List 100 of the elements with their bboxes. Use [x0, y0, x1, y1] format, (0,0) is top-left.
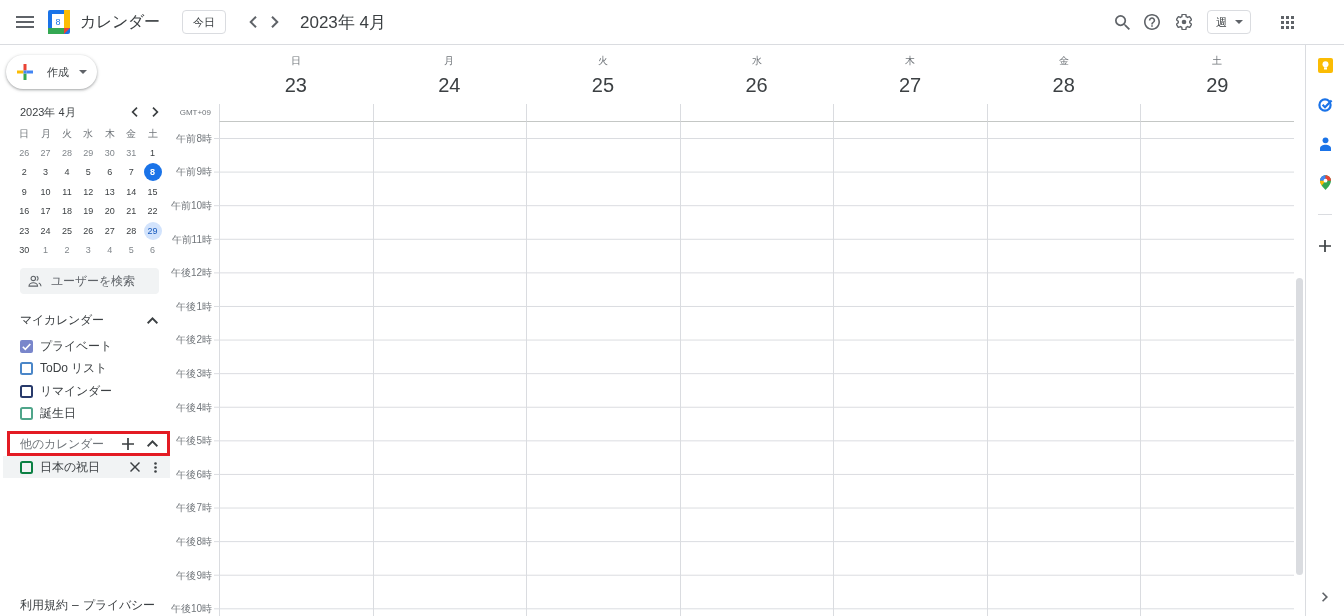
- hour-label: 午後10時: [170, 603, 212, 616]
- weekday-label: 木: [104, 127, 115, 140]
- calendar-date[interactable]: 2: [57, 241, 76, 260]
- vertical-dots-icon[interactable]: [154, 461, 157, 473]
- calendar-date[interactable]: 24: [36, 221, 55, 240]
- day-number[interactable]: 28: [1052, 73, 1075, 97]
- app-logo: 8: [48, 10, 70, 34]
- weekday-label: 土: [147, 127, 158, 140]
- chevron-up-icon[interactable]: [147, 317, 158, 325]
- hour-label: 午前8時: [176, 132, 212, 145]
- calendar-checkbox[interactable]: [20, 384, 33, 398]
- day-number[interactable]: 27: [898, 73, 922, 97]
- calendar-date[interactable]: 26: [79, 221, 98, 240]
- calendar-date[interactable]: 6: [143, 241, 162, 260]
- calendar-date[interactable]: 15: [143, 182, 162, 201]
- scrollbar-thumb[interactable]: [1296, 278, 1304, 575]
- weekday-label: 日: [290, 55, 301, 67]
- weekday-label: 火: [61, 127, 72, 140]
- calendar-date[interactable]: 27: [100, 221, 119, 240]
- chevron-up-icon[interactable]: [147, 440, 158, 448]
- map-pin-icon[interactable]: [1319, 175, 1331, 190]
- plus-icon[interactable]: [122, 437, 134, 450]
- calendar-date[interactable]: 23: [15, 221, 34, 240]
- person-icon[interactable]: [1319, 136, 1331, 151]
- today-button[interactable]: 今日: [182, 10, 226, 34]
- calendar-checkbox[interactable]: [20, 362, 33, 376]
- people-search-field[interactable]: ユーザーを検索: [20, 267, 159, 294]
- weekday-label: 日: [19, 127, 30, 140]
- calendar-checkbox[interactable]: [20, 339, 33, 353]
- section-heading[interactable]: マイカレンダー: [20, 312, 147, 330]
- section-heading[interactable]: 他のカレンダー: [20, 437, 122, 450]
- calendar-name: リマインダー: [40, 382, 113, 400]
- chevron-left-icon[interactable]: [131, 107, 138, 117]
- footer-link[interactable]: プライバシー: [82, 598, 155, 613]
- hour-label: 午後1時: [176, 300, 212, 313]
- calendar-checkbox[interactable]: [20, 460, 33, 474]
- calendar-checkbox[interactable]: [20, 407, 33, 421]
- period-title: 2023年 4月: [300, 11, 386, 34]
- calendar-date[interactable]: 12: [79, 182, 98, 201]
- create-button[interactable]: 作成: [6, 55, 97, 89]
- hour-label: 午後4時: [176, 401, 212, 414]
- timezone-label: GMT+09: [179, 108, 211, 118]
- chevron-right-icon[interactable]: [152, 107, 159, 117]
- chevron-right-icon[interactable]: [271, 16, 279, 28]
- calendar-date[interactable]: 9: [15, 182, 34, 201]
- calendar-date[interactable]: 6: [100, 163, 119, 182]
- search-icon[interactable]: [1114, 14, 1130, 30]
- apps-grid-icon[interactable]: [1280, 15, 1294, 29]
- chevron-left-icon[interactable]: [249, 16, 257, 28]
- calendar-date[interactable]: 25: [57, 221, 76, 240]
- calendar-date[interactable]: 17: [36, 202, 55, 221]
- calendar-date[interactable]: 8: [143, 163, 162, 182]
- calendar-date[interactable]: 26: [15, 144, 34, 163]
- calendar-date[interactable]: 16: [15, 202, 34, 221]
- calendar-date[interactable]: 5: [79, 163, 98, 182]
- calendar-date[interactable]: 3: [36, 163, 55, 182]
- plus-icon[interactable]: [1319, 239, 1331, 252]
- calendar-date[interactable]: 21: [122, 202, 141, 221]
- view-selector[interactable]: 週: [1207, 10, 1251, 34]
- day-number[interactable]: 29: [1206, 73, 1229, 97]
- calendar-date[interactable]: 30: [15, 241, 34, 260]
- help-icon[interactable]: [1144, 14, 1160, 30]
- calendar-date[interactable]: 28: [122, 221, 141, 240]
- day-number[interactable]: 24: [438, 73, 461, 97]
- calendar-date[interactable]: 27: [36, 144, 55, 163]
- calendar-date[interactable]: 29: [79, 144, 98, 163]
- check-circle-icon[interactable]: [1317, 97, 1333, 112]
- calendar-date[interactable]: 2: [15, 163, 34, 182]
- calendar-date[interactable]: 1: [36, 241, 55, 260]
- calendar-date[interactable]: 18: [57, 202, 76, 221]
- footer-link[interactable]: 利用規約: [20, 598, 68, 613]
- day-number[interactable]: 25: [591, 73, 615, 97]
- calendar-date[interactable]: 10: [36, 182, 55, 201]
- calendar-date[interactable]: 29: [143, 221, 162, 240]
- calendar-date[interactable]: 5: [122, 241, 141, 260]
- calendar-date[interactable]: 19: [79, 202, 98, 221]
- caret-down-icon: [1234, 20, 1243, 24]
- calendar-date[interactable]: 30: [100, 144, 119, 163]
- calendar-date[interactable]: 4: [57, 163, 76, 182]
- calendar-date[interactable]: 11: [57, 182, 76, 201]
- calendar-date[interactable]: 28: [57, 144, 76, 163]
- calendar-date[interactable]: 7: [122, 163, 141, 182]
- calendar-date[interactable]: 14: [122, 182, 141, 201]
- calendar-date[interactable]: 13: [100, 182, 119, 201]
- close-icon[interactable]: [130, 462, 140, 473]
- calendar-date[interactable]: 20: [100, 202, 119, 221]
- calendar-date[interactable]: 31: [122, 144, 141, 163]
- weekday-label: 水: [751, 55, 762, 67]
- calendar-date[interactable]: 4: [100, 241, 119, 260]
- calendar-date[interactable]: 3: [79, 241, 98, 260]
- hour-label: 午前11時: [171, 233, 212, 246]
- day-number[interactable]: 23: [284, 73, 307, 97]
- calendar-date[interactable]: 1: [143, 144, 162, 163]
- calendar-date[interactable]: 22: [143, 202, 162, 221]
- chevron-right-icon[interactable]: [1322, 592, 1328, 602]
- day-number[interactable]: 26: [745, 73, 768, 97]
- calendar-row[interactable]: 日本の祝日: [3, 456, 170, 479]
- weekday-label: 月: [40, 127, 51, 140]
- menu-icon[interactable]: [16, 16, 34, 28]
- settings-icon[interactable]: [1176, 14, 1192, 30]
